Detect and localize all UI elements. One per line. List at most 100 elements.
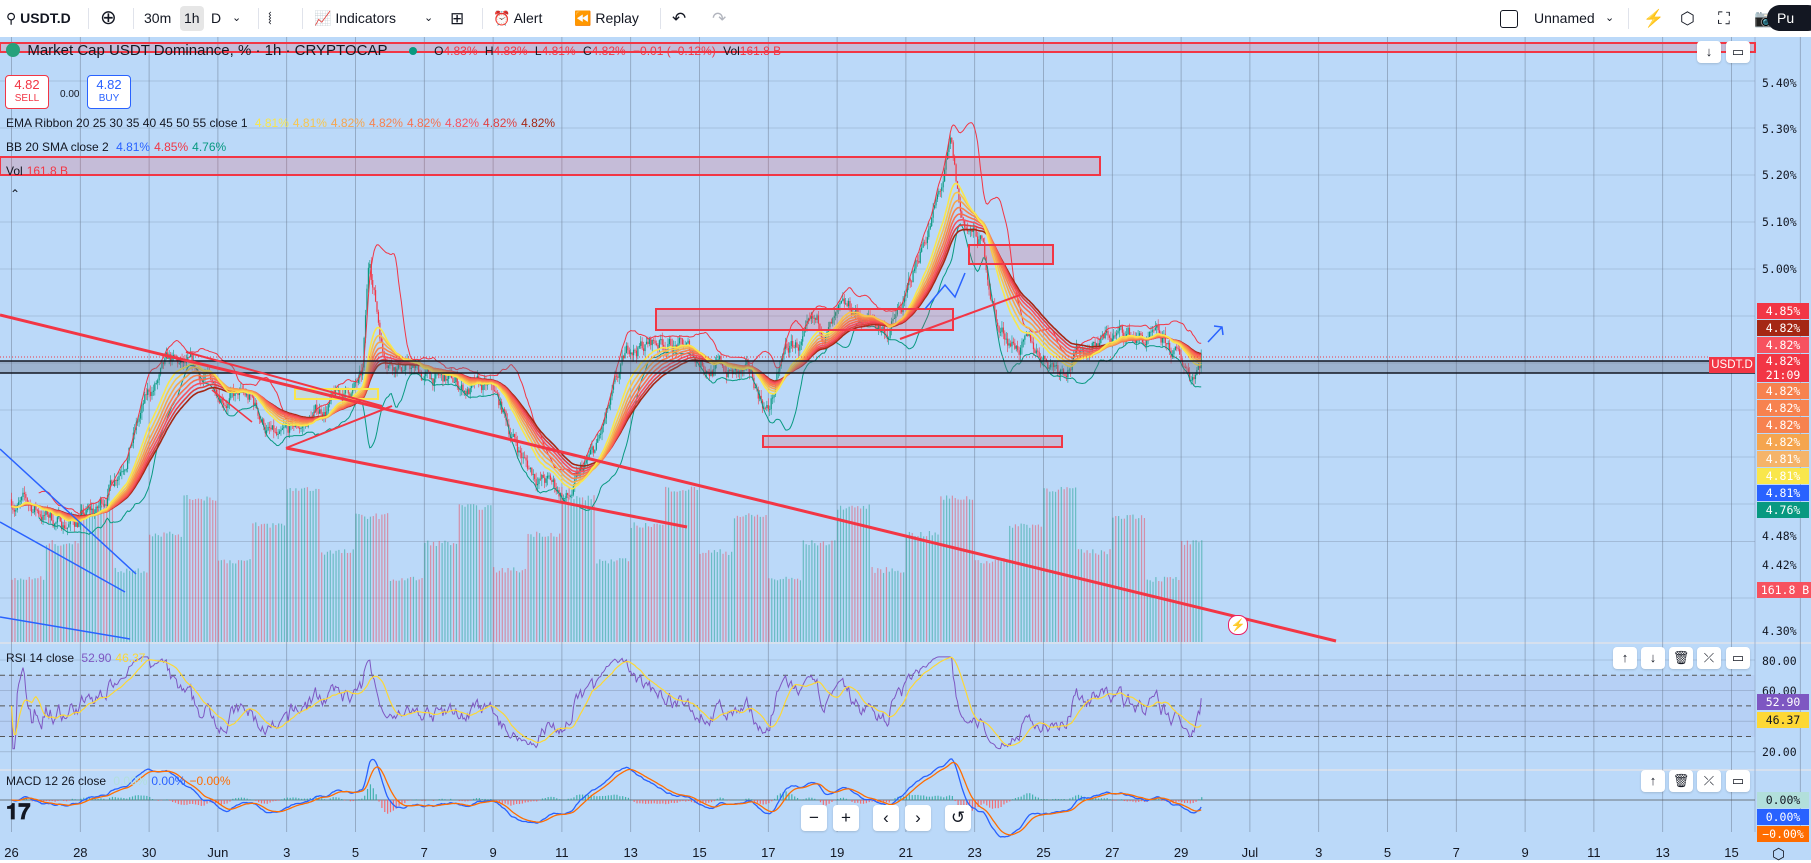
macd-histogram-bar xyxy=(886,800,887,802)
candle xyxy=(253,397,254,406)
ema-ribbon-legend[interactable]: EMA Ribbon 20 25 30 35 40 45 50 55 close… xyxy=(6,116,559,130)
sell-button[interactable]: 4.82SELL xyxy=(5,75,49,109)
collapse-legend-icon[interactable]: ⌃ xyxy=(10,187,20,201)
macd-histogram-bar xyxy=(112,797,113,800)
price-badge: 4.81% xyxy=(1757,468,1809,484)
macd-histogram-bar xyxy=(829,800,830,804)
replay-button[interactable]: ⏪ Replay xyxy=(574,6,639,31)
volume-bar xyxy=(106,509,107,642)
macd-histogram-bar xyxy=(794,796,795,800)
volume-bar xyxy=(232,563,233,642)
collapse-pane-button[interactable]: ⤫ xyxy=(1697,770,1721,792)
candle xyxy=(117,480,118,481)
interval-d[interactable]: D xyxy=(211,6,221,31)
series-title[interactable]: Market Cap USDT Dominance, % · 1h · CRYP… xyxy=(27,42,387,59)
undo-icon[interactable]: ↶ xyxy=(672,6,686,31)
indicators-button[interactable]: 📈 Indicators xyxy=(314,6,396,31)
lightning-event-icon[interactable]: ⚡ xyxy=(1228,615,1248,635)
maximize-pane-button[interactable]: ▭ xyxy=(1726,41,1750,63)
macd-histogram-bar xyxy=(533,800,534,801)
candles-icon[interactable]: ⧙ xyxy=(268,6,272,31)
macd-histogram-bar xyxy=(241,798,242,801)
open-label: O xyxy=(434,44,443,58)
maximize-pane-button[interactable]: ▭ xyxy=(1726,770,1750,792)
macd-histogram-bar xyxy=(333,797,334,800)
volume-bar xyxy=(1049,492,1050,642)
macd-histogram-bar xyxy=(350,800,351,801)
chevron-down-icon[interactable]: ⌄ xyxy=(1605,6,1614,31)
macd-legend[interactable]: MACD 12 26 close 0.00%0.00%−0.00% xyxy=(6,774,235,788)
publish-button[interactable]: Pu xyxy=(1767,5,1811,31)
delete-pane-button[interactable]: 🗑 xyxy=(1669,770,1693,792)
alert-button[interactable]: ⏰ Alert xyxy=(493,6,542,31)
main-legend: Market Cap USDT Dominance, % · 1h · CRYP… xyxy=(6,42,785,59)
candle xyxy=(629,350,630,354)
redo-icon[interactable]: ↷ xyxy=(712,6,726,31)
supply-zone xyxy=(656,309,953,330)
macd-histogram-bar xyxy=(1161,800,1162,801)
volume-bar xyxy=(393,580,394,642)
layout-name-button[interactable]: Unnamed xyxy=(1534,6,1595,31)
interval-30m[interactable]: 30m xyxy=(144,6,171,31)
volume-bar xyxy=(358,514,359,642)
macd-histogram-bar xyxy=(516,800,517,804)
scroll-right-button[interactable]: › xyxy=(905,805,931,831)
maximize-pane-button[interactable]: ▭ xyxy=(1726,647,1750,669)
move-pane-up-button[interactable]: ↑ xyxy=(1613,647,1637,669)
move-pane-down-button[interactable]: ↓ xyxy=(1641,647,1665,669)
volume-bar xyxy=(490,505,491,642)
fullscreen-icon[interactable]: ⛶ xyxy=(1718,6,1730,31)
collapse-pane-button[interactable]: ⤫ xyxy=(1697,647,1721,669)
chevron-down-icon[interactable]: ⌄ xyxy=(232,6,241,31)
bb-legend[interactable]: BB 20 SMA close 2 4.81%4.85%4.76% xyxy=(6,140,230,154)
rsi-legend[interactable]: RSI 14 close 52.9046.37 xyxy=(6,651,149,665)
candle xyxy=(376,302,377,312)
move-pane-up-button[interactable]: ↑ xyxy=(1641,770,1665,792)
reset-chart-button[interactable]: ↺ xyxy=(945,805,971,831)
macd-histogram-bar xyxy=(530,800,531,802)
candle xyxy=(609,405,610,408)
macd-histogram-bar xyxy=(605,796,606,800)
macd-histogram-bar xyxy=(943,797,944,800)
macd-histogram-bar xyxy=(972,800,973,811)
settings-icon[interactable]: ⬡ xyxy=(1772,845,1785,863)
tradingview-logo[interactable]: 𝟏𝟕 xyxy=(6,799,30,825)
macd-histogram-bar xyxy=(717,799,718,800)
volume-bar xyxy=(1190,544,1191,642)
checkbox-icon[interactable] xyxy=(1500,10,1518,28)
zoom-out-button[interactable]: − xyxy=(801,805,827,831)
candle xyxy=(981,236,982,239)
chart-area[interactable]: Market Cap USDT Dominance, % · 1h · CRYP… xyxy=(0,37,1811,860)
chevron-down-icon[interactable]: ⌄ xyxy=(424,6,433,31)
candle xyxy=(537,484,538,485)
volume-bar xyxy=(579,498,580,642)
candle xyxy=(534,474,535,479)
move-pane-down-button[interactable]: ↓ xyxy=(1697,41,1721,63)
delete-pane-button[interactable]: 🗑 xyxy=(1669,647,1693,669)
volume-legend[interactable]: Vol161.8 B xyxy=(6,164,72,178)
ema-value: 4.82% xyxy=(521,116,555,130)
scroll-left-button[interactable]: ‹ xyxy=(873,805,899,831)
candle xyxy=(1001,328,1002,332)
macd-value: 0.00% xyxy=(151,774,185,788)
candle xyxy=(768,405,769,409)
volume-bar xyxy=(874,573,875,642)
symbol-search-button[interactable]: ⚲ USDT.D xyxy=(6,6,71,31)
interval-1h[interactable]: 1h xyxy=(180,6,204,31)
settings-icon[interactable]: ⬡ xyxy=(1680,6,1695,31)
macd-histogram-bar xyxy=(636,800,637,803)
candle xyxy=(531,468,532,475)
buy-button[interactable]: 4.82BUY xyxy=(87,75,131,109)
macd-histogram-bar xyxy=(376,794,377,800)
volume-badge: 161.8 B xyxy=(1757,582,1811,598)
volume-bar xyxy=(694,487,695,642)
templates-icon[interactable]: ⊞ xyxy=(450,6,464,31)
add-symbol-icon[interactable]: ⊕ xyxy=(100,6,117,31)
candle xyxy=(997,323,998,327)
macd-histogram-bar xyxy=(419,800,420,801)
quick-search-icon[interactable]: ⚡ xyxy=(1643,6,1664,31)
chart-canvas[interactable] xyxy=(0,37,1811,860)
price-axis-label: 5.00% xyxy=(1762,262,1797,276)
zoom-in-button[interactable]: + xyxy=(833,805,859,831)
volume-bar xyxy=(20,579,21,642)
